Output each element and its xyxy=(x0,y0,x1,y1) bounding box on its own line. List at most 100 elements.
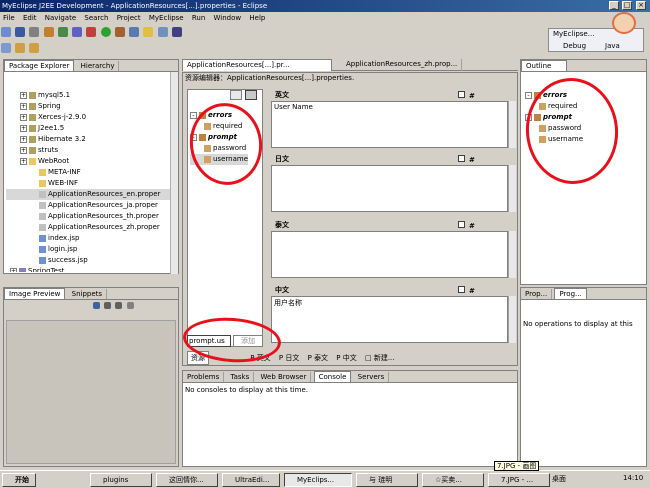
tab-snippets[interactable]: Snippets xyxy=(68,289,108,299)
package-tree-item[interactable]: + WebRoot xyxy=(6,156,170,167)
search-icon[interactable] xyxy=(143,27,154,37)
save-icon[interactable] xyxy=(15,27,26,37)
forward-icon[interactable] xyxy=(29,43,40,53)
outline-item-password[interactable]: password xyxy=(525,123,646,134)
key-item-required[interactable]: required xyxy=(190,121,248,132)
menu-file[interactable]: File xyxy=(3,14,15,22)
expand-icon[interactable]: + xyxy=(20,102,27,110)
task-paint[interactable]: 7.JPG - ... xyxy=(488,473,550,487)
tab-servers[interactable]: Servers xyxy=(354,372,390,382)
package-tree-item[interactable]: login.jsp xyxy=(6,244,170,255)
task-shop[interactable]: ☆买卖... xyxy=(422,473,484,487)
perspective-myeclipse[interactable]: MyEclipse... xyxy=(553,30,594,38)
outline-group-prompt[interactable]: - prompt xyxy=(525,112,646,123)
expand-icon[interactable]: + xyxy=(10,267,17,272)
expand-icon[interactable]: + xyxy=(20,113,27,121)
outline-group-errors[interactable]: - errors xyxy=(525,90,646,101)
tab-hierarchy[interactable]: Hierarchy xyxy=(77,61,120,71)
pen-icon[interactable] xyxy=(157,27,168,37)
package-tree-item[interactable]: + J2ee1.5 xyxy=(6,123,170,134)
menu-window[interactable]: Window xyxy=(214,14,242,22)
expand-icon[interactable]: + xyxy=(20,91,27,99)
tab-console[interactable]: Console xyxy=(313,371,352,382)
last-edit-icon[interactable] xyxy=(1,43,11,53)
tab-progress[interactable]: Prog... xyxy=(554,288,587,299)
tab-outline[interactable]: Outline xyxy=(521,60,567,71)
package-tree-item[interactable]: index.jsp xyxy=(6,233,170,244)
menu-myeclipse[interactable]: MyEclipse xyxy=(149,14,184,22)
open-type-icon[interactable] xyxy=(129,27,140,37)
new-icon[interactable] xyxy=(1,27,11,37)
tab-properties[interactable]: Prop... xyxy=(521,289,553,299)
task-plugins[interactable]: plugins xyxy=(90,473,152,487)
key-group-errors[interactable]: - errors xyxy=(190,110,248,121)
package-explorer-scrollbar[interactable] xyxy=(170,72,178,274)
package-tree-item[interactable]: WEB-INF xyxy=(6,178,170,189)
wizard-icon[interactable] xyxy=(72,27,83,37)
thai-value-field[interactable] xyxy=(271,231,508,278)
japanese-checkbox[interactable] xyxy=(458,155,465,162)
outline-item-username[interactable]: username xyxy=(525,134,646,145)
zoom-in-icon[interactable] xyxy=(115,302,123,309)
tray-desktop[interactable]: 桌面 xyxy=(552,474,566,484)
package-tree-item[interactable]: + Xerces-j-2.9.0 xyxy=(6,112,170,123)
tab-image-preview[interactable]: Image Preview xyxy=(4,288,66,299)
expand-icon[interactable]: + xyxy=(20,157,27,165)
add-key-button[interactable]: 添加 xyxy=(233,335,263,347)
package-tree-item[interactable]: + Hibernate 3.2 xyxy=(6,134,170,145)
tab-problems[interactable]: Problems xyxy=(183,372,225,382)
tab-web-browser[interactable]: Web Browser xyxy=(257,372,312,382)
task-ultraedit[interactable]: UltraEdi... xyxy=(222,473,280,487)
package-tree-item[interactable]: ApplicationResources_en.proper xyxy=(6,189,170,200)
perspective-java[interactable]: Java xyxy=(605,42,620,50)
package-tree-item[interactable]: ApplicationResources_zh.proper xyxy=(6,222,170,233)
expand-icon[interactable]: + xyxy=(20,146,27,154)
zoom-out-icon[interactable] xyxy=(104,302,112,309)
package-tree-item[interactable]: + mysql5.1 xyxy=(6,90,170,101)
tab-thai[interactable]: P 泰文 xyxy=(305,352,331,364)
english-scrollbar[interactable] xyxy=(508,101,516,148)
key-item-username[interactable]: username xyxy=(190,154,248,165)
tab-chinese[interactable]: P 中文 xyxy=(333,352,359,364)
chinese-value-field[interactable]: 用户名称 xyxy=(271,296,508,343)
package-tree-item[interactable]: + struts xyxy=(6,145,170,156)
package-tree-item[interactable]: ApplicationResources_th.proper xyxy=(6,211,170,222)
annotation-icon[interactable] xyxy=(171,27,182,37)
task-contact[interactable]: 与 琏明 xyxy=(356,473,418,487)
tab-application-resources[interactable]: ApplicationResources[...].pr... xyxy=(182,59,332,71)
tab-package-explorer[interactable]: Package Explorer xyxy=(4,60,75,71)
tab-resources[interactable]: 资源 xyxy=(187,351,209,365)
thai-checkbox[interactable] xyxy=(458,221,465,228)
task-chat[interactable]: 这回情你... xyxy=(156,473,218,487)
tab-tasks[interactable]: Tasks xyxy=(227,372,255,382)
package-tree-item[interactable]: META-INF xyxy=(6,167,170,178)
tab-application-resources-zh[interactable]: ApplicationResources_zh.prop... xyxy=(342,59,463,71)
actual-size-icon[interactable] xyxy=(126,302,134,309)
external-tools-icon[interactable] xyxy=(114,27,125,37)
run-icon[interactable] xyxy=(100,27,111,37)
server-icon[interactable] xyxy=(57,27,68,37)
package-tree-item[interactable]: success.jsp xyxy=(6,255,170,266)
close-button[interactable]: × xyxy=(636,1,646,10)
menu-help[interactable]: Help xyxy=(249,14,265,22)
menu-navigate[interactable]: Navigate xyxy=(45,14,76,22)
key-filter-input[interactable]: prompt.us xyxy=(187,335,231,347)
print-icon[interactable] xyxy=(29,27,40,37)
outline-item-required[interactable]: required xyxy=(525,101,646,112)
start-button[interactable]: 开始 xyxy=(2,473,36,487)
chinese-scrollbar[interactable] xyxy=(508,296,516,343)
tree-view-icon[interactable] xyxy=(245,90,257,100)
japanese-value-field[interactable] xyxy=(271,165,508,212)
perspective-debug[interactable]: Debug xyxy=(563,42,586,50)
maximize-button[interactable]: □ xyxy=(622,1,632,10)
english-value-field[interactable]: User Name xyxy=(271,101,508,148)
zoom-fit-icon[interactable] xyxy=(93,302,100,309)
menu-run[interactable]: Run xyxy=(192,14,205,22)
tab-english[interactable]: P 英文 xyxy=(247,352,273,364)
debug-icon[interactable] xyxy=(86,27,97,37)
tab-japanese[interactable]: P 日文 xyxy=(276,352,302,364)
english-checkbox[interactable] xyxy=(458,91,465,98)
key-group-prompt[interactable]: - prompt xyxy=(190,132,248,143)
menu-edit[interactable]: Edit xyxy=(23,14,37,22)
expand-icon[interactable]: + xyxy=(20,124,27,132)
